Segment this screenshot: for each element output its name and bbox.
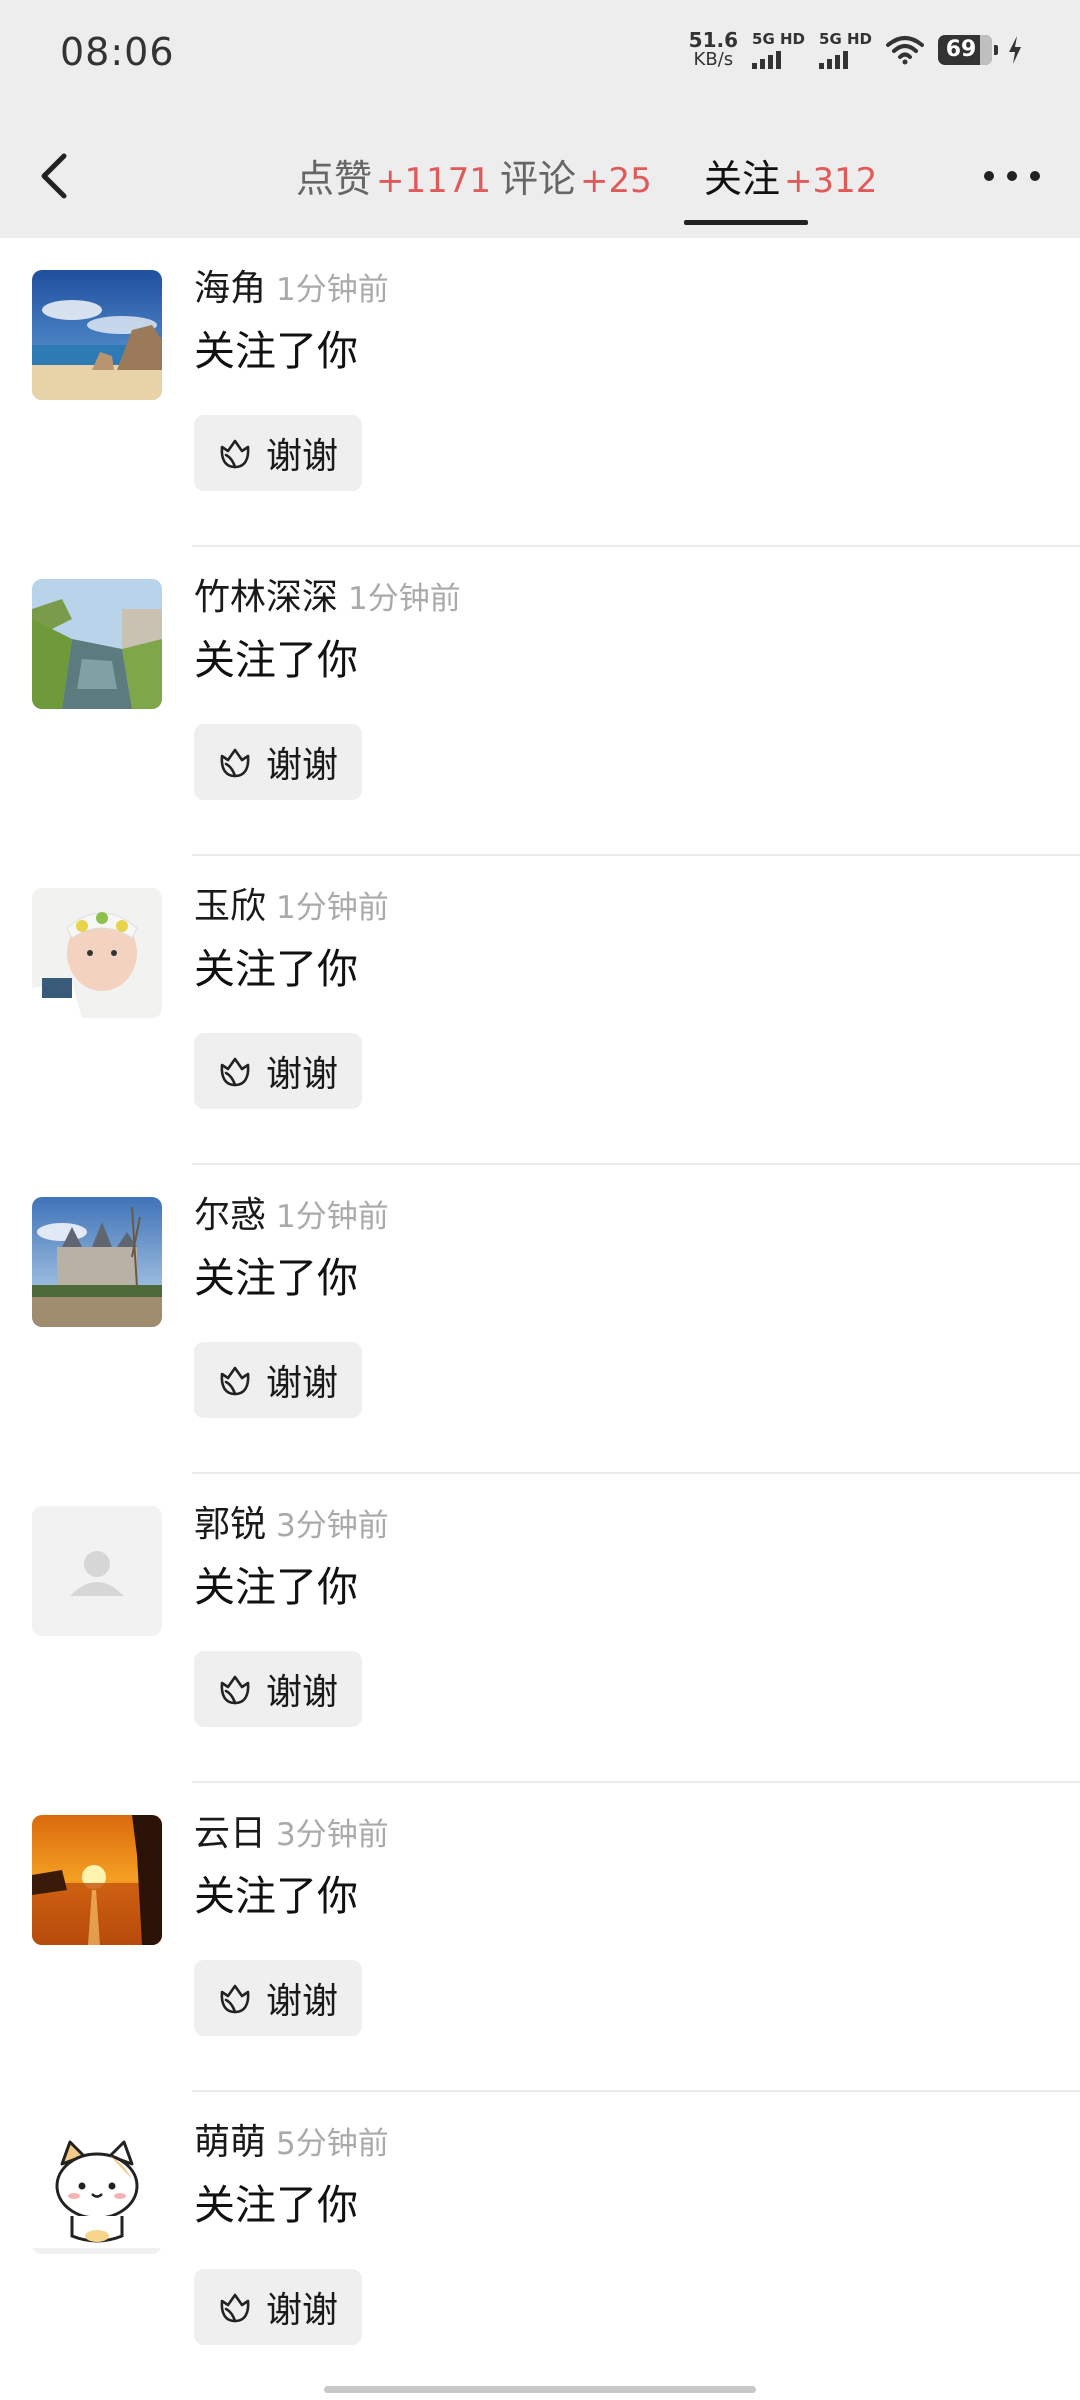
timestamp: 3分钟前 bbox=[276, 1508, 389, 1544]
avatar[interactable] bbox=[32, 1197, 162, 1327]
notification-content: 尔惑 1分钟前 关注了你 谢谢 bbox=[194, 1191, 389, 1418]
signal-icon: 5G HD bbox=[752, 31, 805, 69]
notification-content: 海角 1分钟前 关注了你 谢谢 bbox=[194, 264, 389, 491]
list-item[interactable]: 萌萌 5分钟前 关注了你 谢谢 bbox=[0, 2092, 1080, 2400]
default-avatar-icon bbox=[32, 1506, 162, 1636]
notification-content: 萌萌 5分钟前 关注了你 谢谢 bbox=[194, 2118, 389, 2345]
user-name[interactable]: 玉欣 bbox=[194, 886, 266, 927]
timestamp: 3分钟前 bbox=[276, 1817, 389, 1853]
action-text: 关注了你 bbox=[194, 1254, 358, 1302]
timestamp: 1分钟前 bbox=[276, 1199, 389, 1235]
flower-icon bbox=[220, 748, 250, 778]
avatar[interactable] bbox=[32, 1506, 162, 1636]
signal-icon: 5G HD bbox=[819, 31, 872, 69]
user-name[interactable]: 萌萌 bbox=[194, 2122, 266, 2163]
user-name[interactable]: 郭锐 bbox=[194, 1504, 266, 1545]
timestamp: 1分钟前 bbox=[276, 272, 389, 308]
timestamp: 1分钟前 bbox=[348, 581, 461, 617]
thanks-button[interactable]: 谢谢 bbox=[194, 724, 362, 800]
more-button[interactable] bbox=[984, 162, 1040, 190]
flower-icon bbox=[220, 1675, 250, 1705]
user-name[interactable]: 竹林深深 bbox=[194, 577, 338, 618]
wifi-icon bbox=[886, 36, 924, 65]
thanks-button[interactable]: 谢谢 bbox=[194, 1342, 362, 1418]
action-text: 关注了你 bbox=[194, 2181, 358, 2229]
notification-content: 郭锐 3分钟前 关注了你 谢谢 bbox=[194, 1500, 389, 1727]
tab-list: 点赞 +1171 评论 +25 关注 +312 bbox=[0, 112, 1080, 238]
charging-icon bbox=[1009, 36, 1021, 64]
tab-count: +312 bbox=[784, 161, 878, 201]
timestamp: 5分钟前 bbox=[276, 2126, 389, 2162]
timestamp: 1分钟前 bbox=[276, 890, 389, 926]
action-text: 关注了你 bbox=[194, 1563, 358, 1611]
flower-icon bbox=[220, 1057, 250, 1087]
flower-icon bbox=[220, 439, 250, 469]
user-name[interactable]: 海角 bbox=[194, 268, 266, 309]
action-text: 关注了你 bbox=[194, 636, 358, 684]
back-button[interactable] bbox=[30, 142, 90, 206]
home-indicator[interactable] bbox=[324, 2386, 756, 2393]
list-item[interactable]: 竹林深深 1分钟前 关注了你 谢谢 bbox=[0, 547, 1080, 856]
avatar[interactable] bbox=[32, 270, 162, 400]
tab-follows[interactable]: 关注 +312 bbox=[704, 148, 877, 203]
user-name[interactable]: 云日 bbox=[194, 1813, 266, 1854]
list-item[interactable]: 云日 3分钟前 关注了你 谢谢 bbox=[0, 1783, 1080, 2092]
flower-icon bbox=[220, 1366, 250, 1396]
notification-content: 云日 3分钟前 关注了你 谢谢 bbox=[194, 1809, 389, 2036]
tab-count: +25 bbox=[580, 161, 652, 201]
avatar[interactable] bbox=[32, 2124, 162, 2254]
chevron-left-icon bbox=[41, 153, 67, 199]
status-time: 08:06 bbox=[60, 30, 175, 74]
thanks-button[interactable]: 谢谢 bbox=[194, 1651, 362, 1727]
avatar[interactable] bbox=[32, 888, 162, 1018]
avatar[interactable] bbox=[32, 1815, 162, 1945]
avatar[interactable] bbox=[32, 579, 162, 709]
notification-content: 竹林深深 1分钟前 关注了你 谢谢 bbox=[194, 573, 461, 800]
thanks-button[interactable]: 谢谢 bbox=[194, 415, 362, 491]
more-dots-icon bbox=[984, 171, 994, 181]
action-text: 关注了你 bbox=[194, 1872, 358, 1920]
action-text: 关注了你 bbox=[194, 945, 358, 993]
battery-icon: 69 bbox=[938, 35, 998, 65]
notification-list: 海角 1分钟前 关注了你 谢谢 竹林深深 1分钟前 关注了你 谢谢 玉欣 1分钟… bbox=[0, 238, 1080, 2400]
thanks-button[interactable]: 谢谢 bbox=[194, 2269, 362, 2345]
tab-count: +1171 bbox=[376, 161, 492, 201]
status-indicators: 51.6 KB/s 5G HD 5G HD 69 bbox=[689, 30, 1024, 70]
flower-icon bbox=[220, 2293, 250, 2323]
thanks-button[interactable]: 谢谢 bbox=[194, 1960, 362, 2036]
action-text: 关注了你 bbox=[194, 327, 358, 375]
active-tab-indicator bbox=[684, 220, 808, 225]
header-tab-bar: 点赞 +1171 评论 +25 关注 +312 bbox=[0, 112, 1080, 238]
list-item[interactable]: 海角 1分钟前 关注了你 谢谢 bbox=[0, 238, 1080, 547]
tab-comments[interactable]: 评论 +25 bbox=[500, 148, 652, 203]
notification-content: 玉欣 1分钟前 关注了你 谢谢 bbox=[194, 882, 389, 1109]
network-speed: 51.6 KB/s bbox=[688, 28, 739, 70]
status-bar: 08:06 51.6 KB/s 5G HD 5G HD 69 bbox=[0, 0, 1080, 112]
list-item[interactable]: 玉欣 1分钟前 关注了你 谢谢 bbox=[0, 856, 1080, 1165]
list-item[interactable]: 尔惑 1分钟前 关注了你 谢谢 bbox=[0, 1165, 1080, 1474]
tab-likes[interactable]: 点赞 +1171 bbox=[296, 148, 491, 203]
list-item[interactable]: 郭锐 3分钟前 关注了你 谢谢 bbox=[0, 1474, 1080, 1783]
user-name[interactable]: 尔惑 bbox=[194, 1195, 266, 1236]
thanks-button[interactable]: 谢谢 bbox=[194, 1033, 362, 1109]
flower-icon bbox=[220, 1984, 250, 2014]
